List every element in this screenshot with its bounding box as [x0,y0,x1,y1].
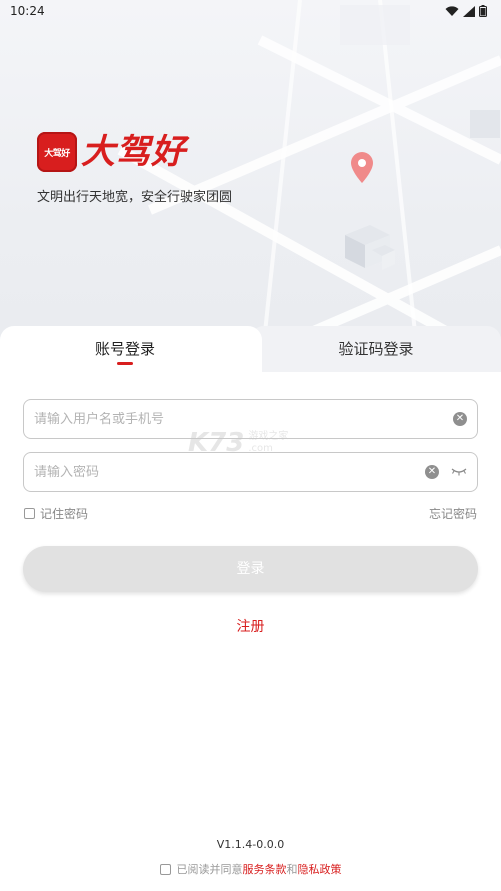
signal-icon [463,5,475,17]
slogan: 文明出行天地宽，安全行驶家团圆 [37,190,233,205]
battery-icon [479,5,487,17]
agreement-prefix: 已阅读并同意 [176,863,243,876]
agreement-and: 和 [286,863,298,876]
tab-account-login[interactable]: 账号登录 [0,338,250,359]
clear-password-icon[interactable]: ✕ [425,465,439,479]
agreement: 已阅读并同意 服务条款 和 隐私政策 [0,861,501,877]
status-time: 10:24 [10,4,45,18]
password-input[interactable] [34,464,419,480]
register-link[interactable]: 注册 [0,616,501,636]
status-icons [445,5,487,17]
wifi-icon [445,5,459,16]
username-input[interactable] [34,411,447,427]
brand: 大驾好 大驾好 [37,132,186,172]
version-label: V1.1.4-0.0.0 [216,838,285,851]
remember-checkbox[interactable] [24,508,35,519]
logo-text: 大驾好 [44,148,70,159]
login-screen: 10:24 大驾好 大驾好 文明出行天地宽，安全行驶家团圆 账号登录 验证码登录 [0,0,501,891]
buildings-icon [345,225,395,270]
login-button[interactable]: 登录 [23,546,478,592]
remember-password[interactable]: 记住密码 [24,505,88,522]
privacy-link[interactable]: 隐私政策 [298,861,342,877]
location-pin-icon [351,152,373,183]
active-tab-indicator [117,362,133,365]
brand-name: 大驾好 [81,132,186,172]
app-logo: 大驾好 [37,132,77,172]
eye-closed-icon[interactable] [451,467,467,477]
terms-link[interactable]: 服务条款 [243,861,287,877]
agreement-checkbox[interactable] [159,863,171,875]
remember-label: 记住密码 [40,507,89,521]
status-bar: 10:24 [0,0,501,22]
tab-code-login[interactable]: 验证码登录 [251,338,501,359]
username-field[interactable]: ✕ [23,399,478,439]
password-field[interactable]: ✕ [23,452,478,492]
forgot-password-link[interactable]: 忘记密码 [429,505,477,522]
clear-username-icon[interactable]: ✕ [453,412,467,426]
